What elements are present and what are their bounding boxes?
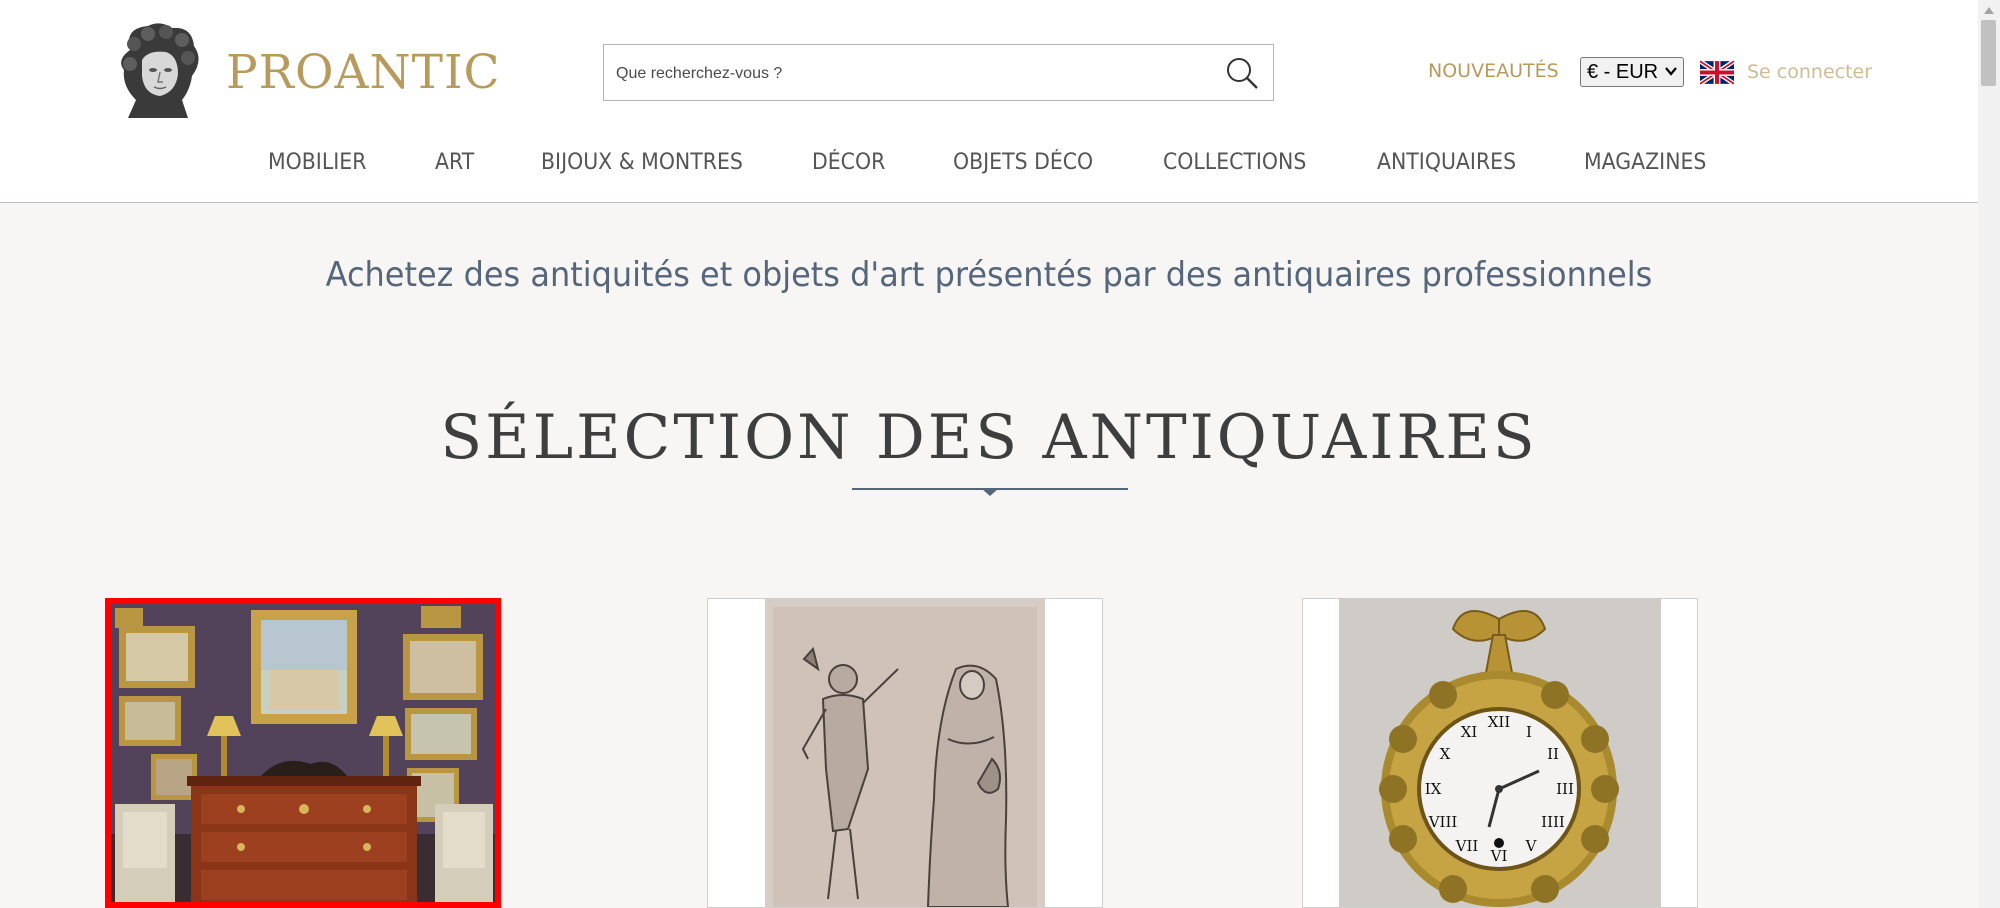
svg-text:IIII: IIII [1541,813,1565,831]
scrollbar-thumb[interactable] [1981,20,1996,86]
page-scrollbar[interactable] [1978,0,2000,908]
nav-item-magazines[interactable]: MAGAZINES [1584,150,1706,175]
bust-logo-icon [121,23,199,118]
svg-text:I: I [1526,723,1532,741]
svg-text:XI: XI [1461,723,1478,741]
site-logo[interactable]: PROANTIC [108,20,501,124]
chevron-down-icon [1665,67,1677,76]
nav-item-objets-deco[interactable]: OBJETS DÉCO [953,150,1093,175]
new-arrivals-link[interactable]: NOUVEAUTÉS [1428,60,1559,82]
main-navigation: MOBILIER ART BIJOUX & MONTRES DÉCOR OBJE… [0,150,1978,180]
product-card[interactable] [105,598,501,908]
login-link[interactable]: Se connecter [1747,61,1872,83]
svg-text:IX: IX [1425,780,1442,798]
svg-text:V: V [1525,837,1538,855]
svg-text:VIII: VIII [1428,813,1458,831]
nav-item-mobilier[interactable]: MOBILIER [268,150,366,175]
svg-text:II: II [1547,745,1559,763]
search-box [603,44,1274,102]
logo-wordmark: PROANTIC [226,44,501,100]
antique-room-commode-photo [111,604,495,902]
title-divider [852,488,1128,496]
tagline: Achetez des antiquités et objets d'art p… [325,255,1653,295]
svg-text:III: III [1556,780,1574,798]
nav-item-decor[interactable]: DÉCOR [812,150,885,175]
svg-text:VI: VI [1490,847,1508,865]
currency-value: € - EUR [1587,61,1659,83]
section-title: SÉLECTION DES ANTIQUAIRES [440,402,1538,473]
currency-select[interactable]: € - EUR [1580,57,1684,87]
svg-text:X: X [1440,745,1451,763]
product-card[interactable] [707,598,1103,908]
scroll-up-arrow-icon[interactable] [1984,6,1994,14]
svg-text:XII: XII [1488,713,1511,731]
old-master-drawing-saints-photo [708,599,1102,907]
site-header: PROANTIC NOUVEAUTÉS € - EUR Se connecter… [0,0,1978,203]
uk-flag-icon[interactable] [1700,60,1734,85]
nav-item-art[interactable]: ART [435,150,474,175]
nav-item-bijoux-montres[interactable]: BIJOUX & MONTRES [541,150,743,175]
product-card[interactable]: XII I II III IIII V VI VII VIII IX X XI [1302,598,1698,908]
svg-text:VII: VII [1455,837,1479,855]
search-input[interactable] [614,45,1208,102]
gilt-bronze-wall-clock-photo: XIIIII IIIIIIIV VIVIIVIII IXXXI [1303,599,1697,907]
nav-item-antiquaires[interactable]: ANTIQUAIRES [1377,150,1516,175]
nav-item-collections[interactable]: COLLECTIONS [1163,150,1306,175]
search-icon[interactable] [1225,56,1259,90]
